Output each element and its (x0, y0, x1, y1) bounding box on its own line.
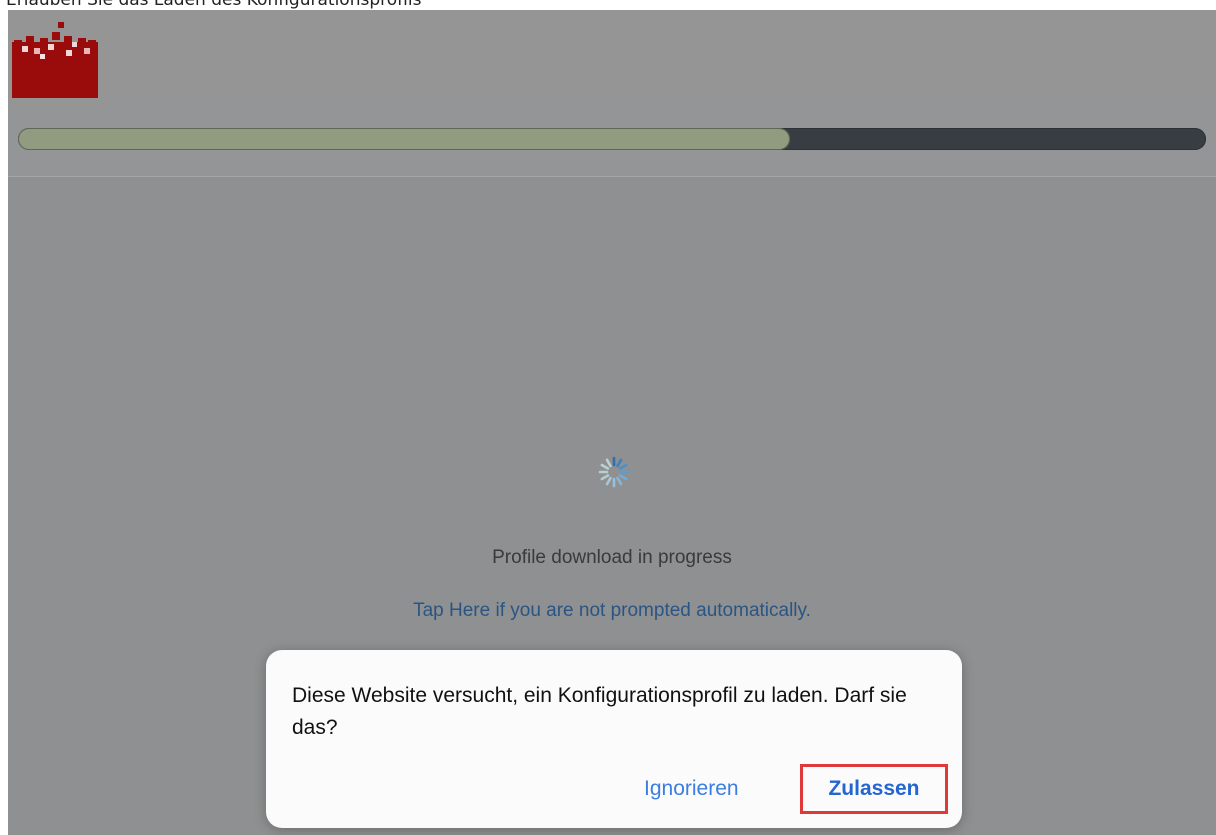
loading-spinner-icon (598, 456, 630, 488)
page-header (8, 10, 1216, 106)
browser-screen: Profile download in progress Tap Here if… (8, 10, 1216, 835)
progress-bar (18, 128, 1206, 150)
progress-section (8, 106, 1216, 177)
configuration-profile-dialog: Diese Website versucht, ein Konfiguratio… (266, 650, 962, 828)
download-status-text: Profile download in progress (492, 547, 732, 568)
allow-button[interactable]: Zulassen (800, 764, 948, 814)
dialog-message: Diese Website versucht, ein Konfiguratio… (292, 684, 907, 739)
ignore-button[interactable]: Ignorieren (644, 777, 739, 801)
brand-logo-icon (12, 22, 98, 98)
progress-bar-fill (18, 128, 791, 150)
caption-text: Erlauben Sie das Laden des Konfiguration… (6, 0, 422, 10)
tap-here-link[interactable]: Tap Here if you are not prompted automat… (8, 600, 1216, 622)
